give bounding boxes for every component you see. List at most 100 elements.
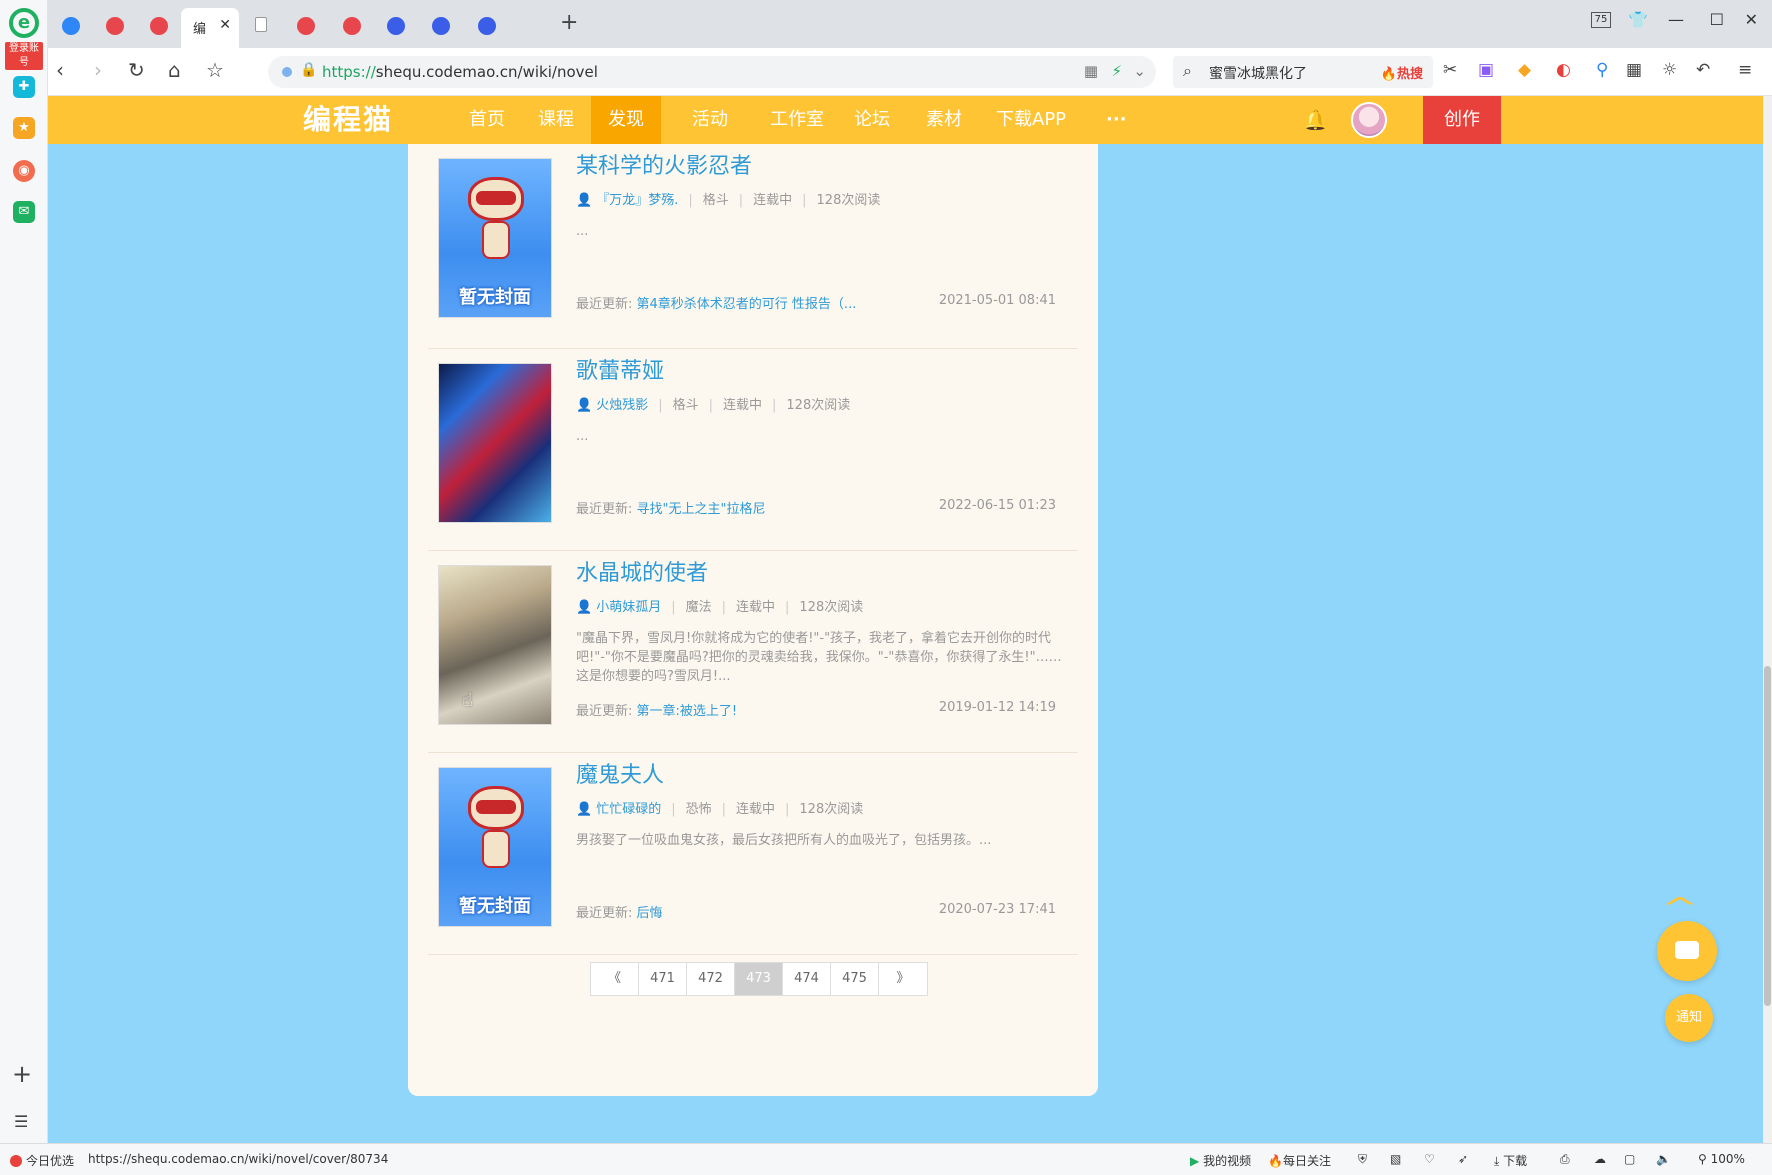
nav-home[interactable]: 首页 — [453, 96, 521, 144]
scissors-icon[interactable]: ✂ — [1443, 60, 1457, 80]
nav-more[interactable]: ··· — [1090, 96, 1143, 144]
sidebar-menu-icon[interactable]: ☰ — [14, 1112, 28, 1131]
minimize-button[interactable]: — — [1668, 10, 1684, 29]
volume-icon[interactable]: 🔈 — [1656, 1152, 1671, 1166]
latest-chapter-link[interactable]: 寻找"无上之主"拉格尼 — [637, 502, 766, 517]
nav-download-app[interactable]: 下载APP — [980, 96, 1082, 144]
novel-item[interactable]: 暂无封面 某科学的火影忍者 👤 『万龙』梦殇. | 格斗 | 连载中 | 128次阅读 ...… — [428, 144, 1078, 349]
nav-courses[interactable]: 课程 — [522, 96, 590, 144]
novel-author[interactable]: 火烛残影 — [596, 398, 648, 413]
favorites-star-icon[interactable]: ★ — [13, 117, 35, 139]
page-472[interactable]: 472 — [687, 963, 735, 995]
tab-blank[interactable] — [238, 8, 284, 48]
undo-icon[interactable]: ↶ — [1696, 60, 1710, 80]
search-query[interactable]: 蜜雪冰城黑化了 — [1209, 63, 1307, 83]
novel-author[interactable]: 『万龙』梦殇. — [596, 193, 678, 208]
tab-navigator[interactable] — [48, 8, 94, 48]
novel-author[interactable]: 小萌妹孤月 — [596, 600, 661, 615]
reload-icon[interactable]: ↻ — [128, 58, 145, 82]
forward-button[interactable]: › — [94, 58, 102, 82]
translate-icon[interactable]: ▣ — [1478, 60, 1494, 80]
next-page-button[interactable]: 》 — [879, 963, 927, 995]
maximize-button[interactable]: ☐ — [1710, 10, 1724, 29]
page-473-current[interactable]: 473 — [735, 963, 783, 995]
zoom-level[interactable]: ⚲ 100% — [1698, 1152, 1745, 1166]
tab-codemao-1[interactable] — [92, 8, 138, 48]
nav-discover[interactable]: 发现 — [591, 96, 661, 144]
tab-active[interactable]: 编 ✕ — [181, 8, 239, 48]
bell-icon[interactable]: 🔔 — [1303, 108, 1328, 132]
close-tab-icon[interactable]: ✕ — [219, 17, 231, 33]
weibo-icon[interactable]: ◉ — [13, 160, 35, 182]
page-475[interactable]: 475 — [831, 963, 879, 995]
tab-baidu-1[interactable] — [373, 8, 419, 48]
page-scrollbar[interactable] — [1763, 96, 1772, 1143]
tab-baidu-2[interactable] — [418, 8, 464, 48]
create-button[interactable]: 创作 — [1423, 96, 1501, 144]
novel-title[interactable]: 歌蕾蒂娅 — [576, 353, 664, 385]
back-to-top-icon[interactable]: ^ — [1661, 891, 1699, 924]
nav-materials[interactable]: 素材 — [910, 96, 978, 144]
image-icon[interactable]: ▧ — [1390, 1152, 1401, 1166]
qr-code-icon[interactable]: ▦ — [1084, 62, 1098, 80]
rocket-icon[interactable]: ➶ — [1458, 1152, 1468, 1166]
shield-coin-icon[interactable]: ◆ — [1518, 60, 1531, 80]
novel-cover[interactable]: 暂无封面 — [438, 158, 552, 318]
daily-follow[interactable]: 🔥每日关注 — [1268, 1152, 1331, 1169]
novel-item[interactable]: 水晶城的使者 👤 小萌妹孤月 | 魔法 | 连载中 | 128次阅读 "魔晶下界，雪凤月!你就… — [428, 551, 1078, 753]
skin-icon[interactable]: 👕 — [1628, 10, 1648, 29]
tab-codemao-4[interactable] — [329, 8, 375, 48]
nav-activities[interactable]: 活动 — [676, 96, 744, 144]
page-471[interactable]: 471 — [639, 963, 687, 995]
novel-title[interactable]: 某科学的火影忍者 — [576, 148, 752, 180]
dropdown-chevron-icon[interactable]: ⌄ — [1133, 62, 1146, 80]
tab-codemao-3[interactable] — [283, 8, 329, 48]
apps-grid-icon[interactable]: ▦ — [1626, 60, 1642, 80]
address-bar[interactable]: 🔒 https://shequ.codemao.cn/wiki/novel ▦ … — [268, 56, 1156, 88]
search-box[interactable]: ⌕ 蜜雪冰城黑化了 🔥热搜 — [1173, 56, 1433, 88]
latest-chapter-link[interactable]: 第一章:被选上了! — [637, 704, 738, 719]
site-logo[interactable]: 编程猫 — [303, 102, 393, 138]
gamepad-icon[interactable]: ◐ — [1556, 60, 1571, 80]
nav-studio[interactable]: 工作室 — [754, 96, 840, 144]
home-icon[interactable]: ⌂ — [168, 58, 181, 82]
speed-mode-icon[interactable]: ⚡ — [1111, 62, 1122, 80]
novel-author[interactable]: 忙忙碌碌的 — [596, 802, 661, 817]
mail-icon[interactable]: ✉ — [13, 201, 35, 223]
new-tab-button[interactable]: + — [560, 10, 578, 35]
zoom-badge[interactable]: 75 — [1591, 12, 1611, 28]
prev-page-button[interactable]: 《 — [591, 963, 639, 995]
cloud-icon[interactable]: ☁ — [1594, 1152, 1606, 1166]
login-account-label[interactable]: 登录账号 — [5, 42, 43, 70]
bookmark-star-icon[interactable]: ☆ — [206, 58, 224, 82]
site-info-icon[interactable] — [282, 67, 292, 77]
latest-chapter-link[interactable]: 后悔 — [637, 906, 663, 921]
latest-chapter-link[interactable]: 第4章秒杀体术忍者的可行 性报告（... — [637, 297, 857, 312]
today-picks[interactable]: 今日优选 — [10, 1152, 74, 1169]
back-button[interactable]: ‹ — [56, 58, 64, 82]
hot-search-badge[interactable]: 🔥热搜 — [1381, 63, 1423, 82]
window-icon[interactable]: ▢ — [1624, 1152, 1635, 1166]
novel-title[interactable]: 魔鬼夫人 — [576, 757, 664, 789]
heart-icon[interactable]: ♡ — [1424, 1152, 1435, 1166]
nav-forum[interactable]: 论坛 — [838, 96, 906, 144]
novel-title[interactable]: 水晶城的使者 — [576, 555, 708, 587]
close-window-button[interactable]: ✕ — [1745, 10, 1758, 29]
address-url[interactable]: https://shequ.codemao.cn/wiki/novel — [322, 63, 598, 81]
menu-icon[interactable]: ≡ — [1738, 60, 1752, 80]
novel-cover[interactable] — [438, 363, 552, 523]
page-474[interactable]: 474 — [783, 963, 831, 995]
user-avatar[interactable] — [1351, 102, 1387, 138]
novel-item[interactable]: 歌蕾蒂娅 👤 火烛残影 | 格斗 | 连载中 | 128次阅读 ... 最近更新: 寻找"无上… — [428, 349, 1078, 551]
brightness-icon[interactable]: ☼ — [1662, 60, 1677, 80]
tab-codemao-2[interactable] — [136, 8, 182, 48]
printer-icon[interactable]: ⎙ — [1560, 1152, 1570, 1167]
magnifier-icon[interactable]: ⚲ — [1596, 60, 1608, 80]
novel-cover[interactable]: 暂无封面 — [438, 767, 552, 927]
add-sidebar-icon[interactable]: + — [12, 1060, 32, 1088]
tab-baidu-3[interactable] — [464, 8, 510, 48]
medical-cross-icon[interactable]: ✚ — [13, 76, 35, 98]
notify-button[interactable]: 通知 — [1665, 994, 1713, 1042]
novel-cover[interactable] — [438, 565, 552, 725]
shield-icon[interactable]: ⛨ — [1358, 1152, 1367, 1167]
